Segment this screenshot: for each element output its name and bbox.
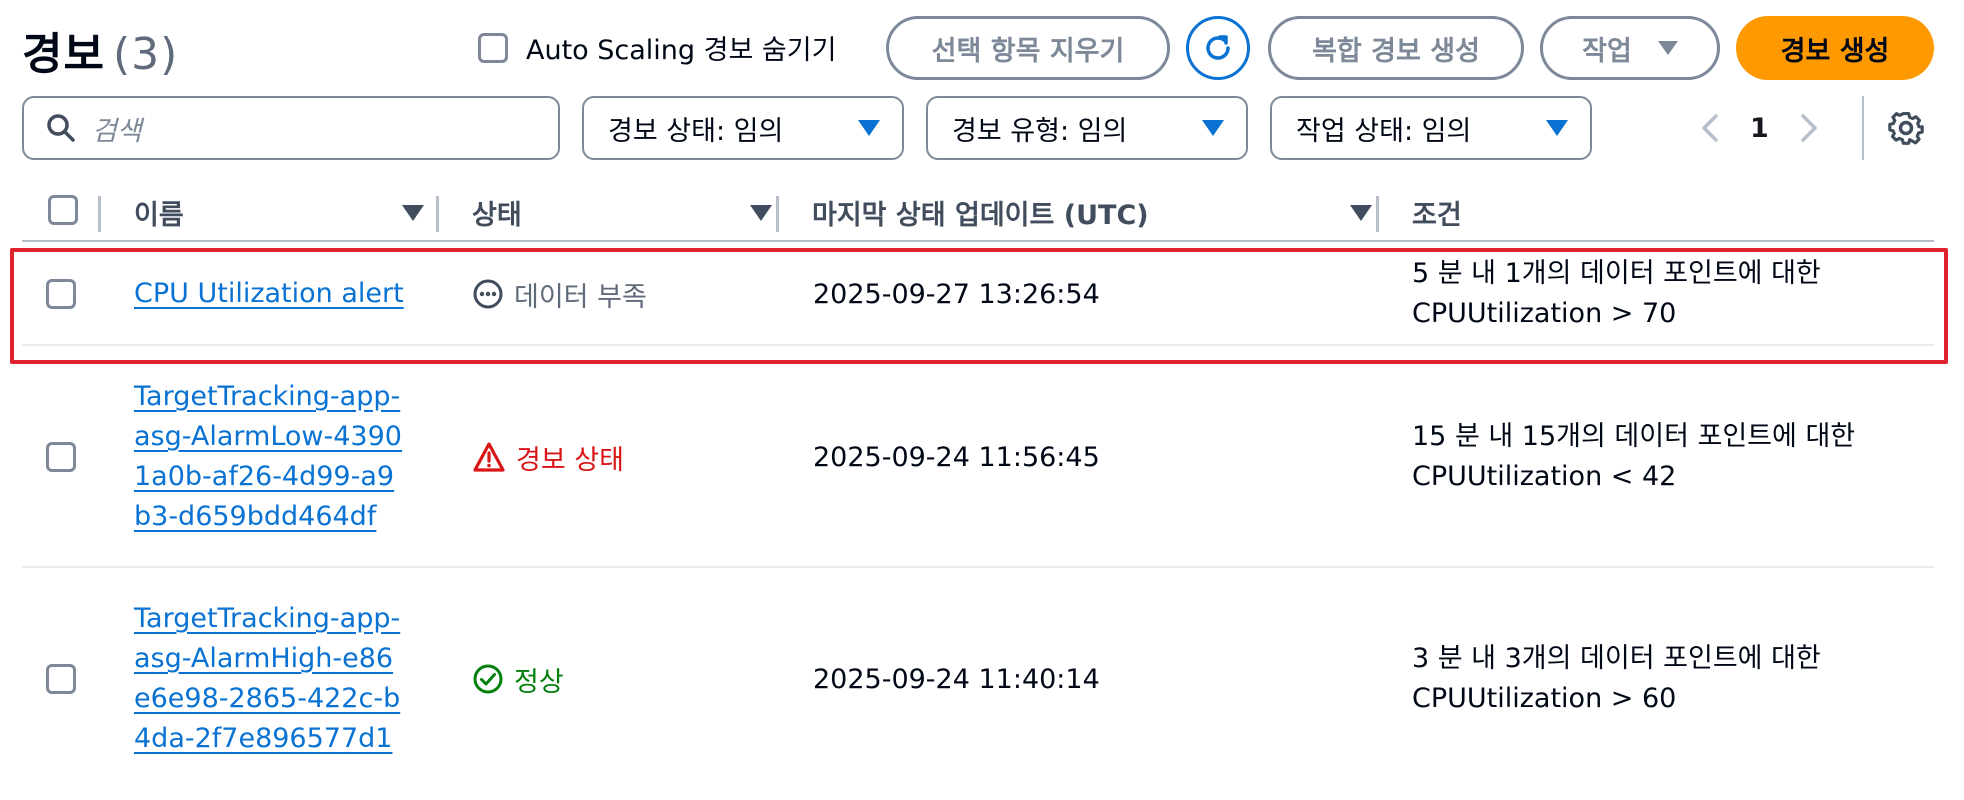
column-header-condition[interactable]: 조건 [1412,186,1812,238]
row-checkbox[interactable] [46,279,76,309]
hide-autoscaling-label: Auto Scaling 경보 숨기기 [526,35,837,66]
column-header-condition-label: 조건 [1412,199,1462,231]
column-header-last-update-label: 마지막 상태 업데이트 (UTC) [812,199,1149,231]
caret-down-icon [1546,120,1568,136]
table-header: 이름 상태 마지막 상태 업데이트 (UTC) 조건 [22,186,1934,242]
column-divider [1376,196,1379,232]
last-update: 2025-09-24 11:40:14 [813,663,1100,695]
gear-icon[interactable] [1888,110,1924,146]
divider [1862,96,1864,160]
column-divider [98,196,101,232]
table-row[interactable]: CPU Utilization alert 데이터 부족 2025-09-27 … [22,242,1934,346]
sort-icon[interactable] [750,205,772,221]
condition-text: 3 분 내 3개의 데이터 포인트에 대한 CPUUtilization > 6… [1412,643,1821,714]
alarm-state-filter[interactable]: 경보 상태: 임의 [582,96,904,160]
page-title: 경보 (3) [22,18,178,82]
alarm-name-link[interactable]: TargetTracking-app-asg-AlarmLow-43901a0b… [134,377,404,537]
column-divider [776,196,779,232]
last-update: 2025-09-24 11:56:45 [813,441,1100,473]
action-state-filter-label: 작업 상태: 임의 [1296,115,1472,147]
alarm-state-filter-label: 경보 상태: 임의 [608,115,784,147]
caret-down-icon [858,120,880,136]
warning-triangle-icon [473,442,505,472]
last-update: 2025-09-27 13:26:54 [813,278,1100,310]
status-badge: 경보 상태 [472,346,624,568]
create-composite-alarm-button[interactable]: 복합 경보 생성 [1268,16,1524,80]
caret-down-icon [1202,120,1224,136]
table-row[interactable]: TargetTracking-app-asg-AlarmHigh-e86e6e9… [22,568,1934,800]
status-badge: 데이터 부족 [472,242,647,346]
status-text: 경보 상태 [516,444,624,476]
search-placeholder: 검색 [92,115,142,147]
sort-icon[interactable] [1350,205,1372,221]
alarm-type-filter[interactable]: 경보 유형: 임의 [926,96,1248,160]
table-row[interactable]: TargetTracking-app-asg-AlarmLow-43901a0b… [22,346,1934,568]
action-state-filter[interactable]: 작업 상태: 임의 [1270,96,1592,160]
search-input[interactable]: 검색 [22,96,560,160]
ellipsis-circle-icon [473,279,503,309]
sort-icon[interactable] [402,205,424,221]
refresh-button[interactable] [1186,16,1250,80]
row-checkbox[interactable] [46,442,76,472]
status-text: 정상 [514,666,564,698]
alarm-count: (3) [112,29,179,80]
hide-autoscaling-toggle[interactable]: Auto Scaling 경보 숨기기 [478,28,836,67]
chevron-left-icon[interactable] [1700,112,1720,144]
row-checkbox[interactable] [46,664,76,694]
chevron-right-icon[interactable] [1799,112,1819,144]
column-header-name-label: 이름 [134,199,184,231]
create-alarm-button[interactable]: 경보 생성 [1736,16,1934,80]
hide-autoscaling-checkbox[interactable] [478,32,508,63]
pagination: 1 [1700,96,1819,160]
column-header-name[interactable]: 이름 [134,186,434,238]
condition-text: 15 분 내 15개의 데이터 포인트에 대한 CPUUtilization <… [1412,421,1856,492]
status-badge: 정상 [472,568,564,790]
status-text: 데이터 부족 [514,281,647,313]
column-header-last-update[interactable]: 마지막 상태 업데이트 (UTC) [812,186,1372,238]
select-all-checkbox[interactable] [48,195,78,225]
current-page[interactable]: 1 [1750,113,1769,144]
condition-text: 5 분 내 1개의 데이터 포인트에 대한 CPUUtilization > 7… [1412,258,1821,329]
column-header-status[interactable]: 상태 [472,186,772,238]
check-circle-icon [473,664,503,694]
alarm-name-link[interactable]: CPU Utilization alert [134,274,404,314]
clear-selection-button[interactable]: 선택 항목 지우기 [886,16,1170,80]
refresh-icon [1206,35,1230,60]
column-header-status-label: 상태 [472,199,522,231]
page-title-text: 경보 [22,29,105,80]
actions-label: 작업 [1582,35,1632,67]
alarm-name-link[interactable]: TargetTracking-app-asg-AlarmHigh-e86e6e9… [134,599,404,759]
actions-dropdown[interactable]: 작업 [1540,16,1720,80]
alarm-type-filter-label: 경보 유형: 임의 [952,115,1128,147]
column-divider [436,196,439,232]
caret-down-icon [1657,41,1678,55]
search-icon [47,114,75,142]
